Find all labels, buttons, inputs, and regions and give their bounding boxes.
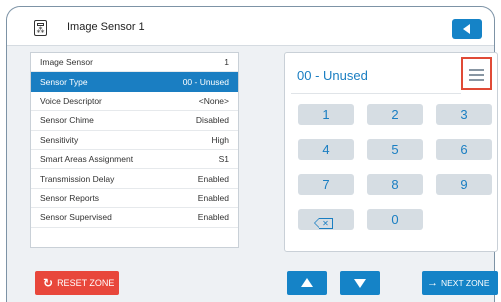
setting-row[interactable]: Image Sensor 1 (31, 53, 238, 73)
setting-value: 00 - Unused (182, 76, 229, 87)
next-zone-label: NEXT ZONE (441, 278, 490, 288)
arrow-down-icon (354, 279, 366, 288)
keypad-key-9[interactable]: 9 (436, 174, 492, 195)
keypad-key-3[interactable]: 3 (436, 104, 492, 125)
header-bar: ⁂ Image Sensor 1 (7, 7, 494, 46)
display-divider (291, 93, 461, 94)
keypad-key-1[interactable]: 1 (298, 104, 354, 125)
keypad-display: 00 - Unused (297, 68, 368, 83)
setting-row[interactable]: Sensor Supervised Enabled (31, 208, 238, 228)
next-zone-button[interactable]: → NEXT ZONE (422, 271, 498, 295)
setting-value: Enabled (197, 192, 229, 203)
keypad-key-0[interactable]: 0 (367, 209, 423, 230)
setting-label: Smart Areas Assignment (40, 154, 134, 165)
setting-label: Voice Descriptor (40, 95, 102, 106)
reset-zone-label: RESET ZONE (57, 278, 115, 288)
setting-value: S1 (218, 154, 229, 165)
reset-icon: ↻ (43, 276, 54, 290)
setting-value: Enabled (197, 173, 229, 184)
setting-value: <None> (198, 95, 229, 106)
keypad-key-4[interactable]: 4 (298, 139, 354, 160)
back-button[interactable] (452, 19, 482, 39)
setting-label: Transmission Delay (40, 173, 115, 184)
back-arrow-icon (463, 24, 470, 34)
setting-value: Enabled (197, 212, 229, 223)
keypad-key-2[interactable]: 2 (367, 104, 423, 125)
setting-value: 1 (224, 57, 229, 68)
backspace-key[interactable]: ✕ (298, 209, 354, 230)
hamburger-menu-icon (469, 74, 484, 76)
setting-row[interactable]: Sensor Chime Disabled (31, 111, 238, 131)
reset-zone-button[interactable]: ↻ RESET ZONE (35, 271, 119, 295)
setting-value: Disabled (195, 115, 229, 126)
hamburger-menu-icon (469, 69, 484, 71)
arrow-right-icon: → (427, 277, 438, 289)
next-item-button[interactable] (340, 271, 380, 295)
setting-row[interactable]: Sensor Reports Enabled (31, 189, 238, 209)
keypad-key-7[interactable]: 7 (298, 174, 354, 195)
arrow-up-icon (301, 278, 313, 287)
setting-label: Sensor Reports (40, 192, 100, 203)
setting-label: Sensor Chime (40, 115, 94, 126)
setting-label: Sensor Type (40, 76, 88, 87)
setting-label: Sensor Supervised (40, 212, 112, 223)
backspace-icon: ✕ (314, 217, 333, 229)
panel-device-icon: ⁂ (34, 20, 47, 36)
setting-row[interactable]: Smart Areas Assignment S1 (31, 150, 238, 170)
setting-label: Image Sensor (40, 57, 93, 68)
hamburger-menu-icon (469, 79, 484, 81)
keypad-key-5[interactable]: 5 (367, 139, 423, 160)
options-menu-button[interactable] (461, 57, 492, 90)
settings-list: Image Sensor 1 Sensor Type 00 - Unused Voice… (30, 52, 239, 248)
keypad-panel: 00 - Unused 1 2 3 4 5 6 7 8 9 ✕ 0 (284, 52, 498, 252)
page-title: Image Sensor 1 (67, 21, 145, 33)
setting-row[interactable]: Transmission Delay Enabled (31, 169, 238, 189)
setting-label: Sensitivity (40, 134, 79, 145)
previous-zone-button[interactable] (287, 271, 327, 295)
keypad-key-8[interactable]: 8 (367, 174, 423, 195)
setting-row[interactable]: Voice Descriptor <None> (31, 92, 238, 112)
setting-value: High (211, 134, 229, 145)
setting-row[interactable]: Sensitivity High (31, 131, 238, 150)
keypad-key-6[interactable]: 6 (436, 139, 492, 160)
setting-row[interactable]: Sensor Type 00 - Unused (31, 72, 238, 92)
device-keypad-glyph: ⁂ (36, 26, 45, 35)
